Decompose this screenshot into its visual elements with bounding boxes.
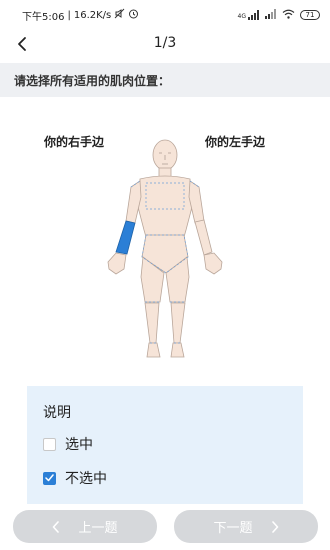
nav-bar: 1/3 bbox=[0, 30, 330, 58]
status-time: 下午5:06 bbox=[22, 11, 65, 23]
body-diagram-area: 你的右手边 你的左手边 bbox=[0, 97, 330, 380]
signal-4g-label: 4G bbox=[237, 13, 246, 20]
status-bar-right: 4G 71 bbox=[238, 8, 320, 22]
next-button-label: 下一题 bbox=[213, 521, 253, 536]
signal-icon-4g: 4G bbox=[238, 10, 260, 20]
right-forearm-region[interactable] bbox=[115, 220, 136, 255]
right-hand-region[interactable] bbox=[107, 252, 127, 275]
signal-icon bbox=[265, 8, 277, 22]
question-prompt-bar: 请选择所有适用的肌肉位置： bbox=[0, 63, 330, 97]
right-foot-region[interactable] bbox=[146, 342, 161, 358]
question-prompt: 请选择所有适用的肌肉位置： bbox=[14, 73, 171, 88]
prev-button-label: 上一题 bbox=[78, 521, 118, 536]
body-figure[interactable] bbox=[0, 97, 330, 380]
mute-icon bbox=[114, 8, 125, 22]
prev-question-button[interactable]: 上一题 bbox=[13, 510, 157, 543]
status-network-speed: 16.2K/s bbox=[73, 9, 112, 21]
legend-item-label: 选中 bbox=[65, 437, 93, 453]
chevron-right-icon bbox=[271, 520, 278, 533]
legend-item-selected: 选中 bbox=[43, 434, 287, 454]
right-lower-leg-region[interactable] bbox=[144, 302, 160, 344]
left-upper-arm-region[interactable] bbox=[188, 180, 205, 224]
status-separator: | bbox=[67, 9, 71, 21]
status-bar-left: 下午5:06 | 16.2K/s bbox=[22, 8, 139, 23]
left-lower-leg-region[interactable] bbox=[170, 302, 186, 344]
page-indicator: 1/3 bbox=[153, 35, 177, 51]
alarm-icon bbox=[128, 8, 139, 22]
legend-item-label: 不选中 bbox=[65, 471, 107, 487]
chevron-left-icon bbox=[53, 520, 60, 533]
status-bar: 下午5:06 | 16.2K/s 4G 71 bbox=[0, 0, 330, 30]
left-foot-region[interactable] bbox=[170, 342, 185, 358]
legend-title: 说明 bbox=[43, 405, 71, 421]
legend-item-unselected: 不选中 bbox=[43, 468, 287, 488]
next-question-button[interactable]: 下一题 bbox=[174, 510, 318, 543]
wifi-icon bbox=[282, 9, 295, 22]
right-upper-arm-region[interactable] bbox=[125, 180, 142, 224]
left-hand-region[interactable] bbox=[203, 252, 223, 275]
left-forearm-region[interactable] bbox=[194, 219, 213, 256]
battery-icon: 71 bbox=[300, 10, 320, 20]
checked-box-icon bbox=[43, 471, 56, 485]
unchecked-box-icon bbox=[43, 437, 56, 451]
legend-panel: 说明 选中 不选中 bbox=[27, 386, 303, 504]
